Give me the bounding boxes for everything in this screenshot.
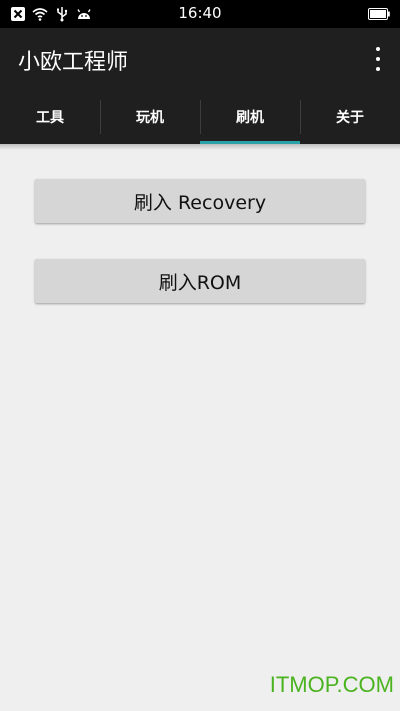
flash-recovery-button[interactable]: 刷入 Recovery	[35, 179, 365, 223]
tab-play[interactable]: 玩机	[100, 90, 200, 144]
tab-flash[interactable]: 刷机	[200, 90, 300, 144]
tab-bar: 工具 玩机 刷机 关于	[0, 90, 400, 144]
watermark: ITMOP.COM	[269, 672, 394, 697]
status-time: 16:40	[178, 4, 222, 22]
overflow-menu-icon[interactable]	[366, 45, 390, 73]
flash-rom-button[interactable]: 刷入ROM	[35, 259, 365, 303]
tab-bar-shadow	[0, 144, 400, 150]
app-title: 小欧工程师	[18, 50, 129, 75]
tab-tools[interactable]: 工具	[0, 90, 100, 144]
tab-about[interactable]: 关于	[300, 90, 400, 144]
app-bar: 小欧工程师	[0, 28, 400, 90]
status-bar: 16:40	[0, 0, 400, 28]
battery-icon	[368, 8, 390, 20]
